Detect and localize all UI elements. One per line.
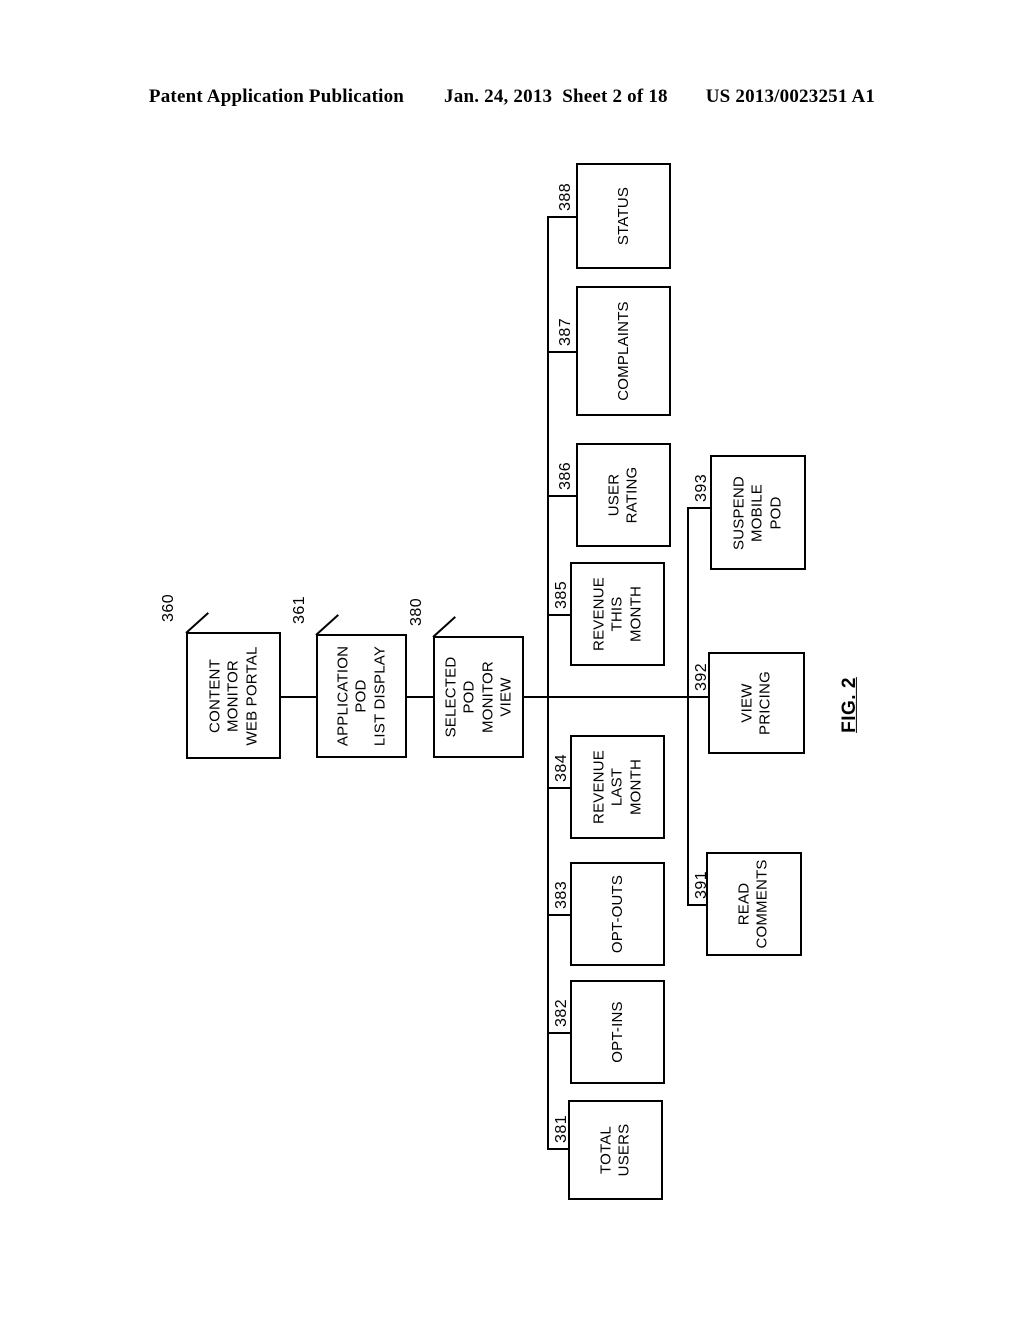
node-revenue-this-month: REVENUE THIS MONTH xyxy=(570,562,665,666)
node-view-pricing: VIEW PRICING xyxy=(708,652,805,754)
node-total-users: TOTAL USERS xyxy=(568,1100,663,1200)
refnum-360: 360 xyxy=(160,593,177,622)
refnum-392: 392 xyxy=(693,662,710,691)
node-label-388: STATUS xyxy=(614,186,632,246)
node-label-387: COMPLAINTS xyxy=(614,301,632,401)
connector-bus-388 xyxy=(547,216,576,218)
node-application-pod-list-display: APPLICATION POD LIST DISPLAY xyxy=(316,634,407,758)
node-opt-ins: OPT-INS xyxy=(570,980,665,1084)
node-user-rating: USER RATING xyxy=(576,443,671,547)
node-label-360: CONTENT MONITOR WEB PORTAL xyxy=(206,646,260,745)
node-label-381: TOTAL USERS xyxy=(597,1123,633,1177)
connector-bus-382 xyxy=(547,1032,570,1034)
node-suspend-mobile-pod: SUSPEND MOBILE POD xyxy=(710,455,806,570)
node-complaints: COMPLAINTS xyxy=(576,286,671,416)
connector-bus-386 xyxy=(547,495,576,497)
node-label-385: REVENUE THIS MONTH xyxy=(590,577,644,651)
refnum-388: 388 xyxy=(557,182,574,211)
node-label-382: OPT-INS xyxy=(608,1001,626,1063)
connector-361-380 xyxy=(407,696,433,698)
node-revenue-last-month: REVENUE LAST MONTH xyxy=(570,735,665,839)
leader-line-361 xyxy=(315,614,339,636)
leader-line-360 xyxy=(185,612,209,634)
header-patent-number: US 2013/0023251 A1 xyxy=(705,86,876,107)
refnum-385: 385 xyxy=(553,580,570,609)
page-header: Patent Application Publication Jan. 24, 2… xyxy=(0,86,1024,108)
connector-metrics-bus xyxy=(547,216,549,1148)
connector-bus-381 xyxy=(547,1148,568,1150)
refnum-381: 381 xyxy=(553,1114,570,1143)
connector-bus-385 xyxy=(547,614,570,616)
node-label-391: READ COMMENTS xyxy=(735,859,771,949)
connector-bus-393 xyxy=(687,507,710,509)
node-selected-pod-monitor-view: SELECTED POD MONITOR VIEW xyxy=(433,636,524,758)
node-content-monitor-web-portal: CONTENT MONITOR WEB PORTAL xyxy=(186,632,281,759)
refnum-383: 383 xyxy=(553,880,570,909)
node-label-361: APPLICATION POD LIST DISPLAY xyxy=(334,645,388,747)
refnum-393: 393 xyxy=(693,473,710,502)
connector-360-361 xyxy=(281,696,316,698)
node-label-384: REVENUE LAST MONTH xyxy=(590,750,644,824)
refnum-387: 387 xyxy=(557,317,574,346)
refnum-380: 380 xyxy=(408,597,425,626)
node-status: STATUS xyxy=(576,163,671,269)
node-label-380: SELECTED POD MONITOR VIEW xyxy=(441,656,514,738)
connector-bus-384 xyxy=(547,787,570,789)
header-sheet: Sheet 2 of 18 xyxy=(562,86,668,107)
node-read-comments: READ COMMENTS xyxy=(706,852,802,956)
node-label-386: USER RATING xyxy=(605,466,641,524)
figure-label: FIG. 2 xyxy=(838,677,860,733)
node-label-392: VIEW PRICING xyxy=(738,671,774,735)
refnum-391: 391 xyxy=(693,870,710,899)
refnum-361: 361 xyxy=(291,595,308,624)
patent-drawing-page: Patent Application Publication Jan. 24, 2… xyxy=(0,0,1024,1320)
connector-main-bus xyxy=(524,696,709,698)
refnum-386: 386 xyxy=(557,461,574,490)
connector-bus-387 xyxy=(547,351,576,353)
header-publication: Patent Application Publication xyxy=(148,86,405,107)
node-label-383: OPT-OUTS xyxy=(608,874,626,954)
refnum-384: 384 xyxy=(553,753,570,782)
node-label-393: SUSPEND MOBILE POD xyxy=(730,475,785,550)
leader-line-380 xyxy=(432,616,456,638)
connector-bus-383 xyxy=(547,914,570,916)
connector-actions-bus xyxy=(687,507,689,905)
node-opt-outs: OPT-OUTS xyxy=(570,862,665,966)
header-date: Jan. 24, 2013 xyxy=(444,86,553,107)
connector-bus-391 xyxy=(687,904,706,906)
refnum-382: 382 xyxy=(553,998,570,1027)
